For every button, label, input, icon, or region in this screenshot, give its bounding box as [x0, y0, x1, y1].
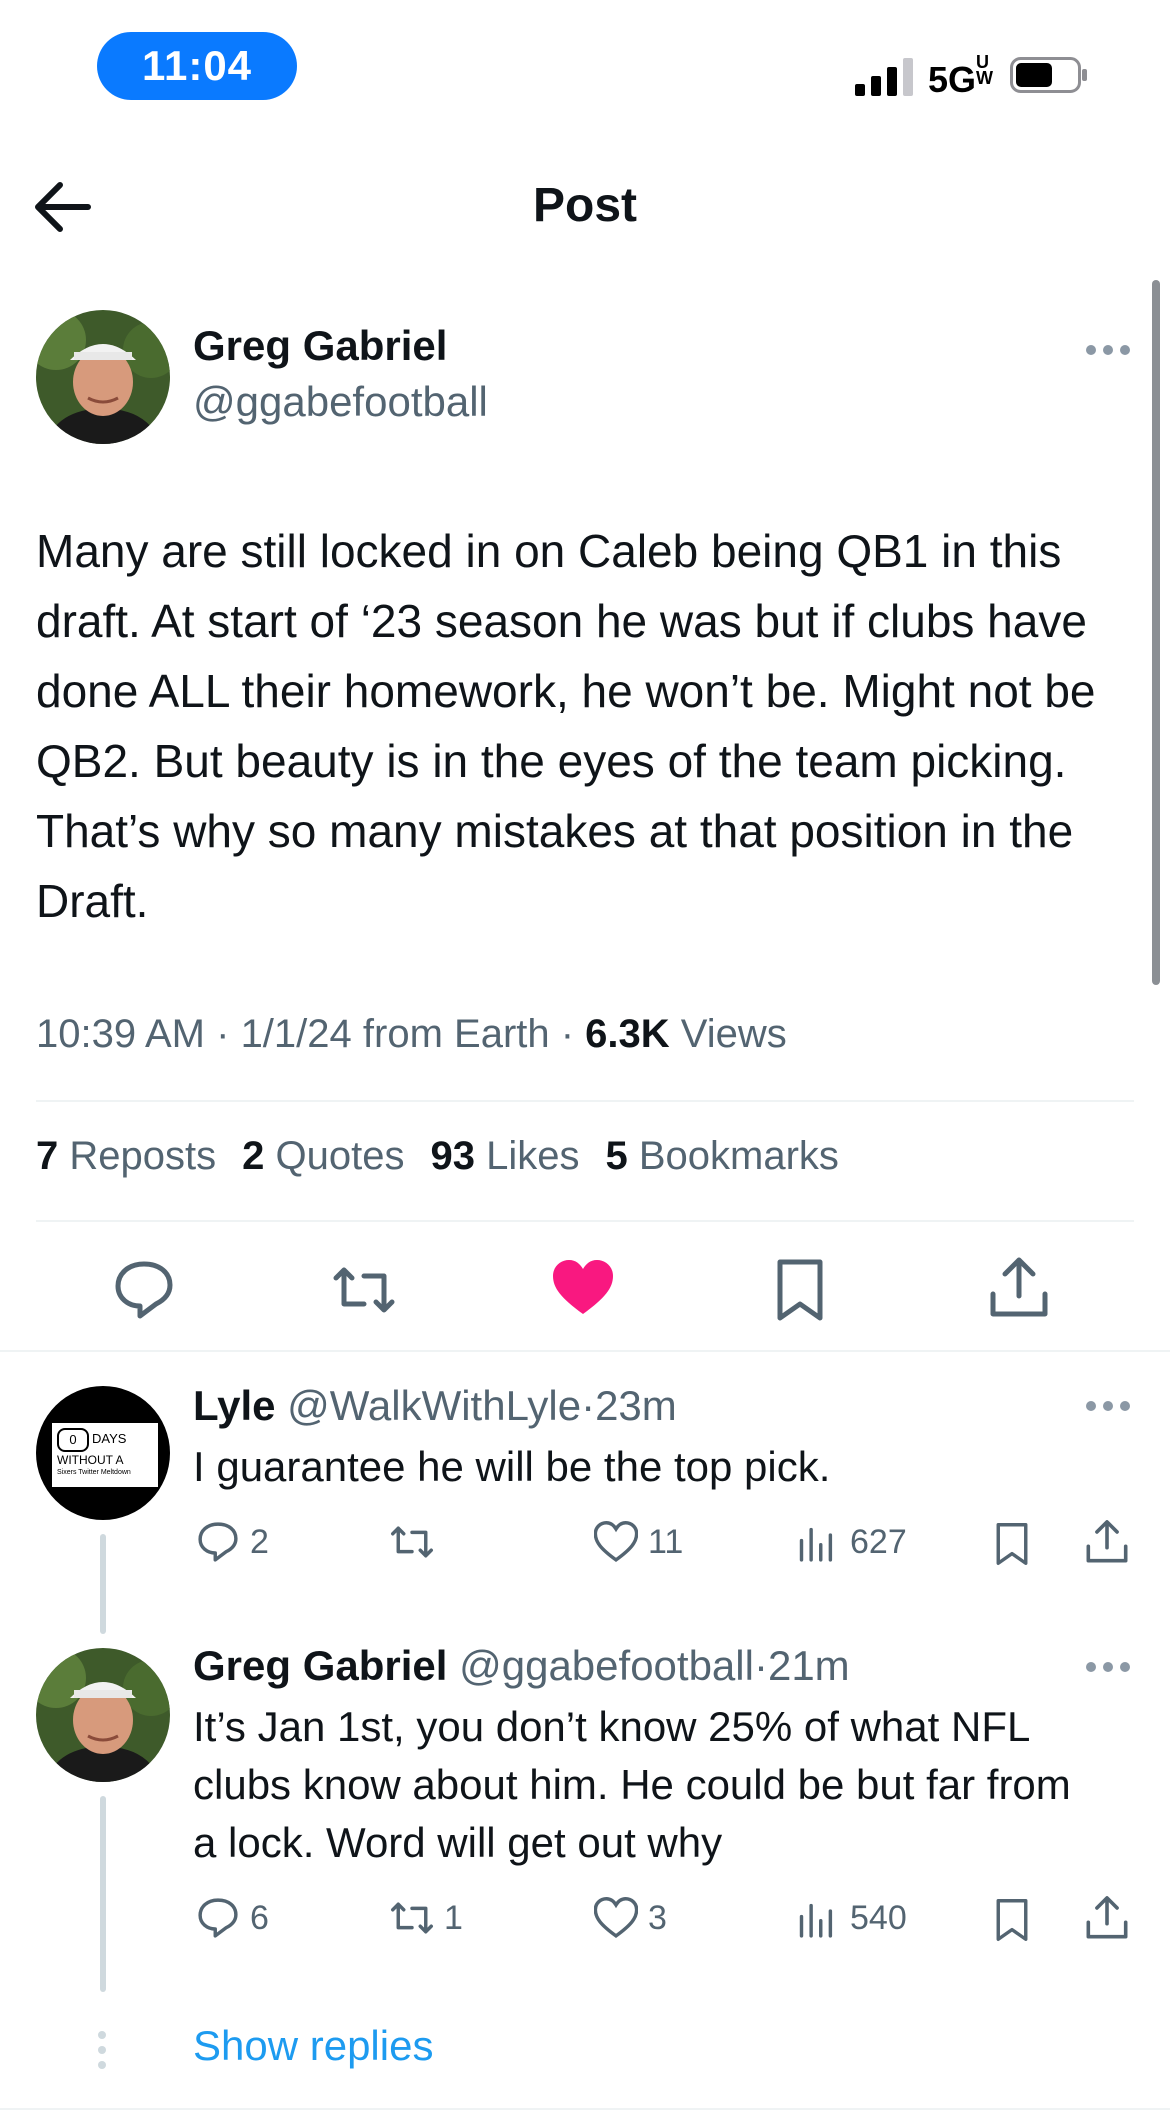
reply-reply-button[interactable]: 2: [196, 1520, 269, 1564]
repost-icon[interactable]: [332, 1258, 396, 1322]
reply-reply-button[interactable]: 6: [196, 1896, 269, 1940]
network-type: 5GUW: [928, 52, 994, 101]
network-label: 5G: [928, 59, 977, 100]
author-avatar[interactable]: [36, 310, 170, 444]
reply-author-name[interactable]: Lyle: [193, 1382, 275, 1429]
avatar-days: DAYS: [92, 1431, 127, 1446]
author-photo-icon: [36, 310, 170, 444]
reply-icon: [198, 1898, 238, 1938]
more-options-icon[interactable]: [1085, 344, 1131, 356]
post-stats: 7 Reposts 2 Quotes 93 Likes 5 Bookmarks: [36, 1134, 839, 1179]
stat-quotes[interactable]: 2 Quotes: [242, 1134, 404, 1179]
avatar-counter: 0: [57, 1428, 89, 1452]
author-photo-icon: [36, 1648, 170, 1782]
status-time: 11:04: [97, 32, 297, 100]
reply-text: It’s Jan 1st, you don’t know 25% of what…: [193, 1703, 1071, 1866]
stat-likes[interactable]: 93 Likes: [430, 1134, 579, 1179]
more-options-icon[interactable]: [1085, 1661, 1131, 1673]
views-count: 6.3K: [585, 1012, 670, 1056]
stat-bookmarks[interactable]: 5 Bookmarks: [605, 1134, 838, 1179]
page-title: Post: [532, 179, 637, 232]
reply-time: 23m: [595, 1382, 677, 1429]
stat-reposts[interactable]: 7 Reposts: [36, 1134, 216, 1179]
network-suffix: UW: [976, 52, 994, 88]
repost-count: 1: [444, 1898, 463, 1937]
avatar-meltdown: Sixers Twitter Meltdown: [57, 1469, 131, 1476]
bookmark-icon[interactable]: [990, 1520, 1034, 1568]
reply-icon: [198, 1522, 238, 1562]
repost-icon: [391, 1902, 433, 1934]
show-replies-link[interactable]: Show replies: [193, 2022, 433, 2070]
avatar-sign: 0 DAYS WITHOUT A Sixers Twitter Meltdown: [50, 1421, 160, 1489]
post-source: from Earth: [362, 1012, 550, 1056]
like-icon[interactable]: [551, 1256, 615, 1320]
views-chart-icon: [799, 1527, 833, 1562]
reply-avatar[interactable]: 0 DAYS WITHOUT A Sixers Twitter Meltdown: [36, 1386, 170, 1520]
like-count: 11: [648, 1522, 684, 1561]
reply-avatar[interactable]: [36, 1648, 170, 1782]
bookmark-icon[interactable]: [990, 1896, 1034, 1944]
scrollbar[interactable]: [1152, 280, 1160, 985]
post-text: Many are still locked in on Caleb being …: [36, 525, 1096, 927]
views-label: Views: [680, 1012, 787, 1056]
reply-views-button[interactable]: 540: [796, 1896, 907, 1940]
reply-header: Greg Gabriel @ggabefootball·21m: [193, 1642, 850, 1689]
battery-icon: [1010, 57, 1087, 93]
reply-author-handle[interactable]: @WalkWithLyle: [287, 1382, 581, 1429]
views-count: 627: [850, 1522, 907, 1561]
reply-views-button[interactable]: 627: [796, 1520, 907, 1564]
views-chart-icon: [799, 1903, 833, 1938]
reply-repost-button[interactable]: [390, 1520, 444, 1564]
thread-dots-icon: [98, 2031, 106, 2069]
share-icon[interactable]: [1084, 1894, 1130, 1942]
divider: [36, 1100, 1134, 1102]
heart-outline-icon: [594, 1897, 638, 1939]
author-name[interactable]: Greg Gabriel: [193, 322, 447, 370]
reply-like-button[interactable]: 11: [594, 1520, 683, 1564]
thread-line: [100, 1534, 106, 1634]
thread-line: [100, 1796, 106, 1992]
reply-time: 21m: [767, 1642, 850, 1689]
post-date: 1/1/24: [240, 1012, 352, 1056]
repost-icon: [391, 1526, 433, 1558]
heart-outline-icon: [594, 1521, 638, 1563]
reply-text: I guarantee he will be the top pick.: [193, 1443, 831, 1490]
cellular-signal-icon: [855, 58, 913, 96]
divider: [0, 2108, 1170, 2110]
author-handle[interactable]: @ggabefootball: [193, 378, 488, 426]
reply-header: Lyle @WalkWithLyle·23m: [193, 1382, 677, 1429]
divider: [36, 1220, 1134, 1222]
reply-author-name[interactable]: Greg Gabriel: [193, 1642, 447, 1689]
post-time: 10:39 AM: [36, 1012, 206, 1056]
reply-count: 6: [250, 1898, 269, 1937]
avatar-without: WITHOUT A: [57, 1453, 124, 1467]
more-options-icon[interactable]: [1085, 1400, 1131, 1412]
like-count: 3: [648, 1898, 667, 1937]
share-icon[interactable]: [1084, 1518, 1130, 1566]
divider: [0, 1350, 1170, 1352]
reply-author-handle[interactable]: @ggabefootball: [459, 1642, 754, 1689]
bookmark-icon[interactable]: [768, 1258, 832, 1322]
reply-like-button[interactable]: 3: [594, 1896, 667, 1940]
views-count: 540: [850, 1898, 907, 1937]
share-icon[interactable]: [987, 1256, 1051, 1320]
reply-repost-button[interactable]: 1: [390, 1896, 463, 1940]
reply-count: 2: [250, 1522, 269, 1561]
post-meta: 10:39 AM · 1/1/24 from Earth · 6.3K View…: [36, 1012, 787, 1056]
reply-icon[interactable]: [112, 1258, 176, 1322]
